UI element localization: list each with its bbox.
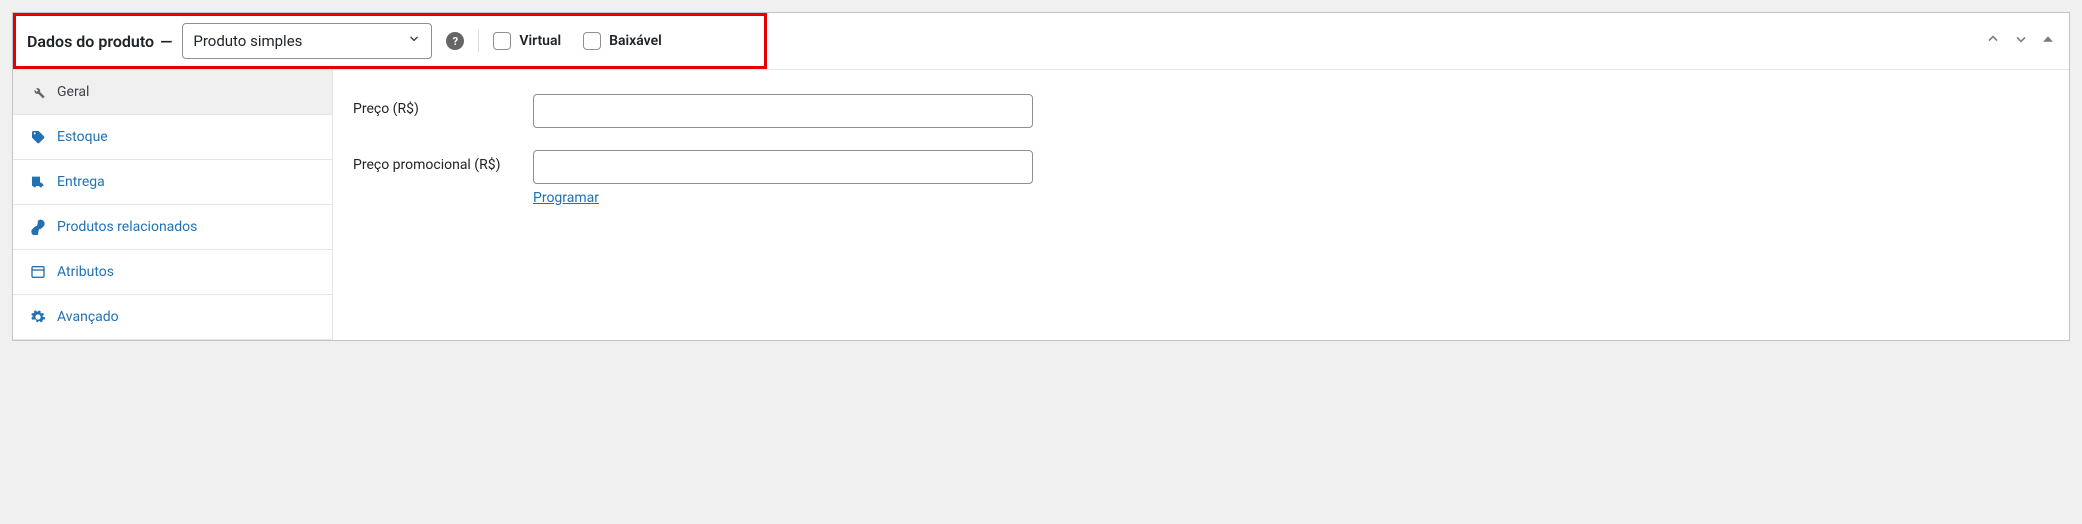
wrench-icon [29, 84, 47, 100]
move-down-icon[interactable] [2013, 31, 2029, 51]
sale-price-label: Preço promocional (R$) [353, 150, 533, 173]
virtual-checkbox[interactable] [493, 32, 511, 50]
list-icon [29, 264, 47, 280]
panel-header: Dados do produto — Produto simples ? Vir… [13, 13, 2069, 70]
tab-label: Estoque [57, 129, 108, 145]
chevron-down-icon [407, 32, 421, 50]
tab-label: Entrega [57, 174, 105, 190]
tag-icon [29, 129, 47, 145]
price-row: Preço (R$) [353, 94, 2049, 128]
tab-label: Geral [57, 84, 89, 100]
product-data-panel: Dados do produto — Produto simples ? Vir… [12, 12, 2070, 341]
virtual-checkbox-group[interactable]: Virtual [493, 32, 561, 50]
tab-inventory[interactable]: Estoque [13, 115, 332, 160]
virtual-label: Virtual [519, 33, 561, 49]
product-type-value: Produto simples [193, 32, 302, 50]
truck-icon [29, 174, 47, 190]
title-dash: — [160, 32, 172, 51]
tab-shipping[interactable]: Entrega [13, 160, 332, 205]
tab-attributes[interactable]: Atributos [13, 250, 332, 295]
vertical-divider [478, 30, 479, 52]
tab-linked-products[interactable]: Produtos relacionados [13, 205, 332, 250]
downloadable-label: Baixável [609, 33, 662, 49]
downloadable-checkbox[interactable] [583, 32, 601, 50]
sale-price-row: Preço promocional (R$) Programar [353, 150, 2049, 206]
tab-general[interactable]: Geral [13, 70, 332, 115]
gear-icon [29, 309, 47, 325]
schedule-link[interactable]: Programar [533, 190, 599, 206]
tab-label: Atributos [57, 264, 114, 280]
price-input[interactable] [533, 94, 1033, 128]
tab-label: Avançado [57, 309, 119, 325]
product-type-select[interactable]: Produto simples [182, 23, 432, 59]
move-up-icon[interactable] [1985, 31, 2001, 51]
side-tabs: Geral Estoque Entrega Produtos relaciona… [13, 70, 333, 340]
tab-advanced[interactable]: Avançado [13, 295, 332, 340]
tab-label: Produtos relacionados [57, 219, 197, 235]
link-icon [29, 219, 47, 235]
panel-title: Dados do produto [27, 32, 154, 51]
help-icon[interactable]: ? [446, 32, 464, 50]
price-label: Preço (R$) [353, 94, 533, 117]
panel-body: Geral Estoque Entrega Produtos relaciona… [13, 70, 2069, 340]
sale-price-input[interactable] [533, 150, 1033, 184]
downloadable-checkbox-group[interactable]: Baixável [583, 32, 662, 50]
collapse-icon[interactable] [2041, 32, 2055, 50]
panel-controls [1985, 31, 2055, 51]
tab-content: Preço (R$) Preço promocional (R$) Progra… [333, 70, 2069, 340]
